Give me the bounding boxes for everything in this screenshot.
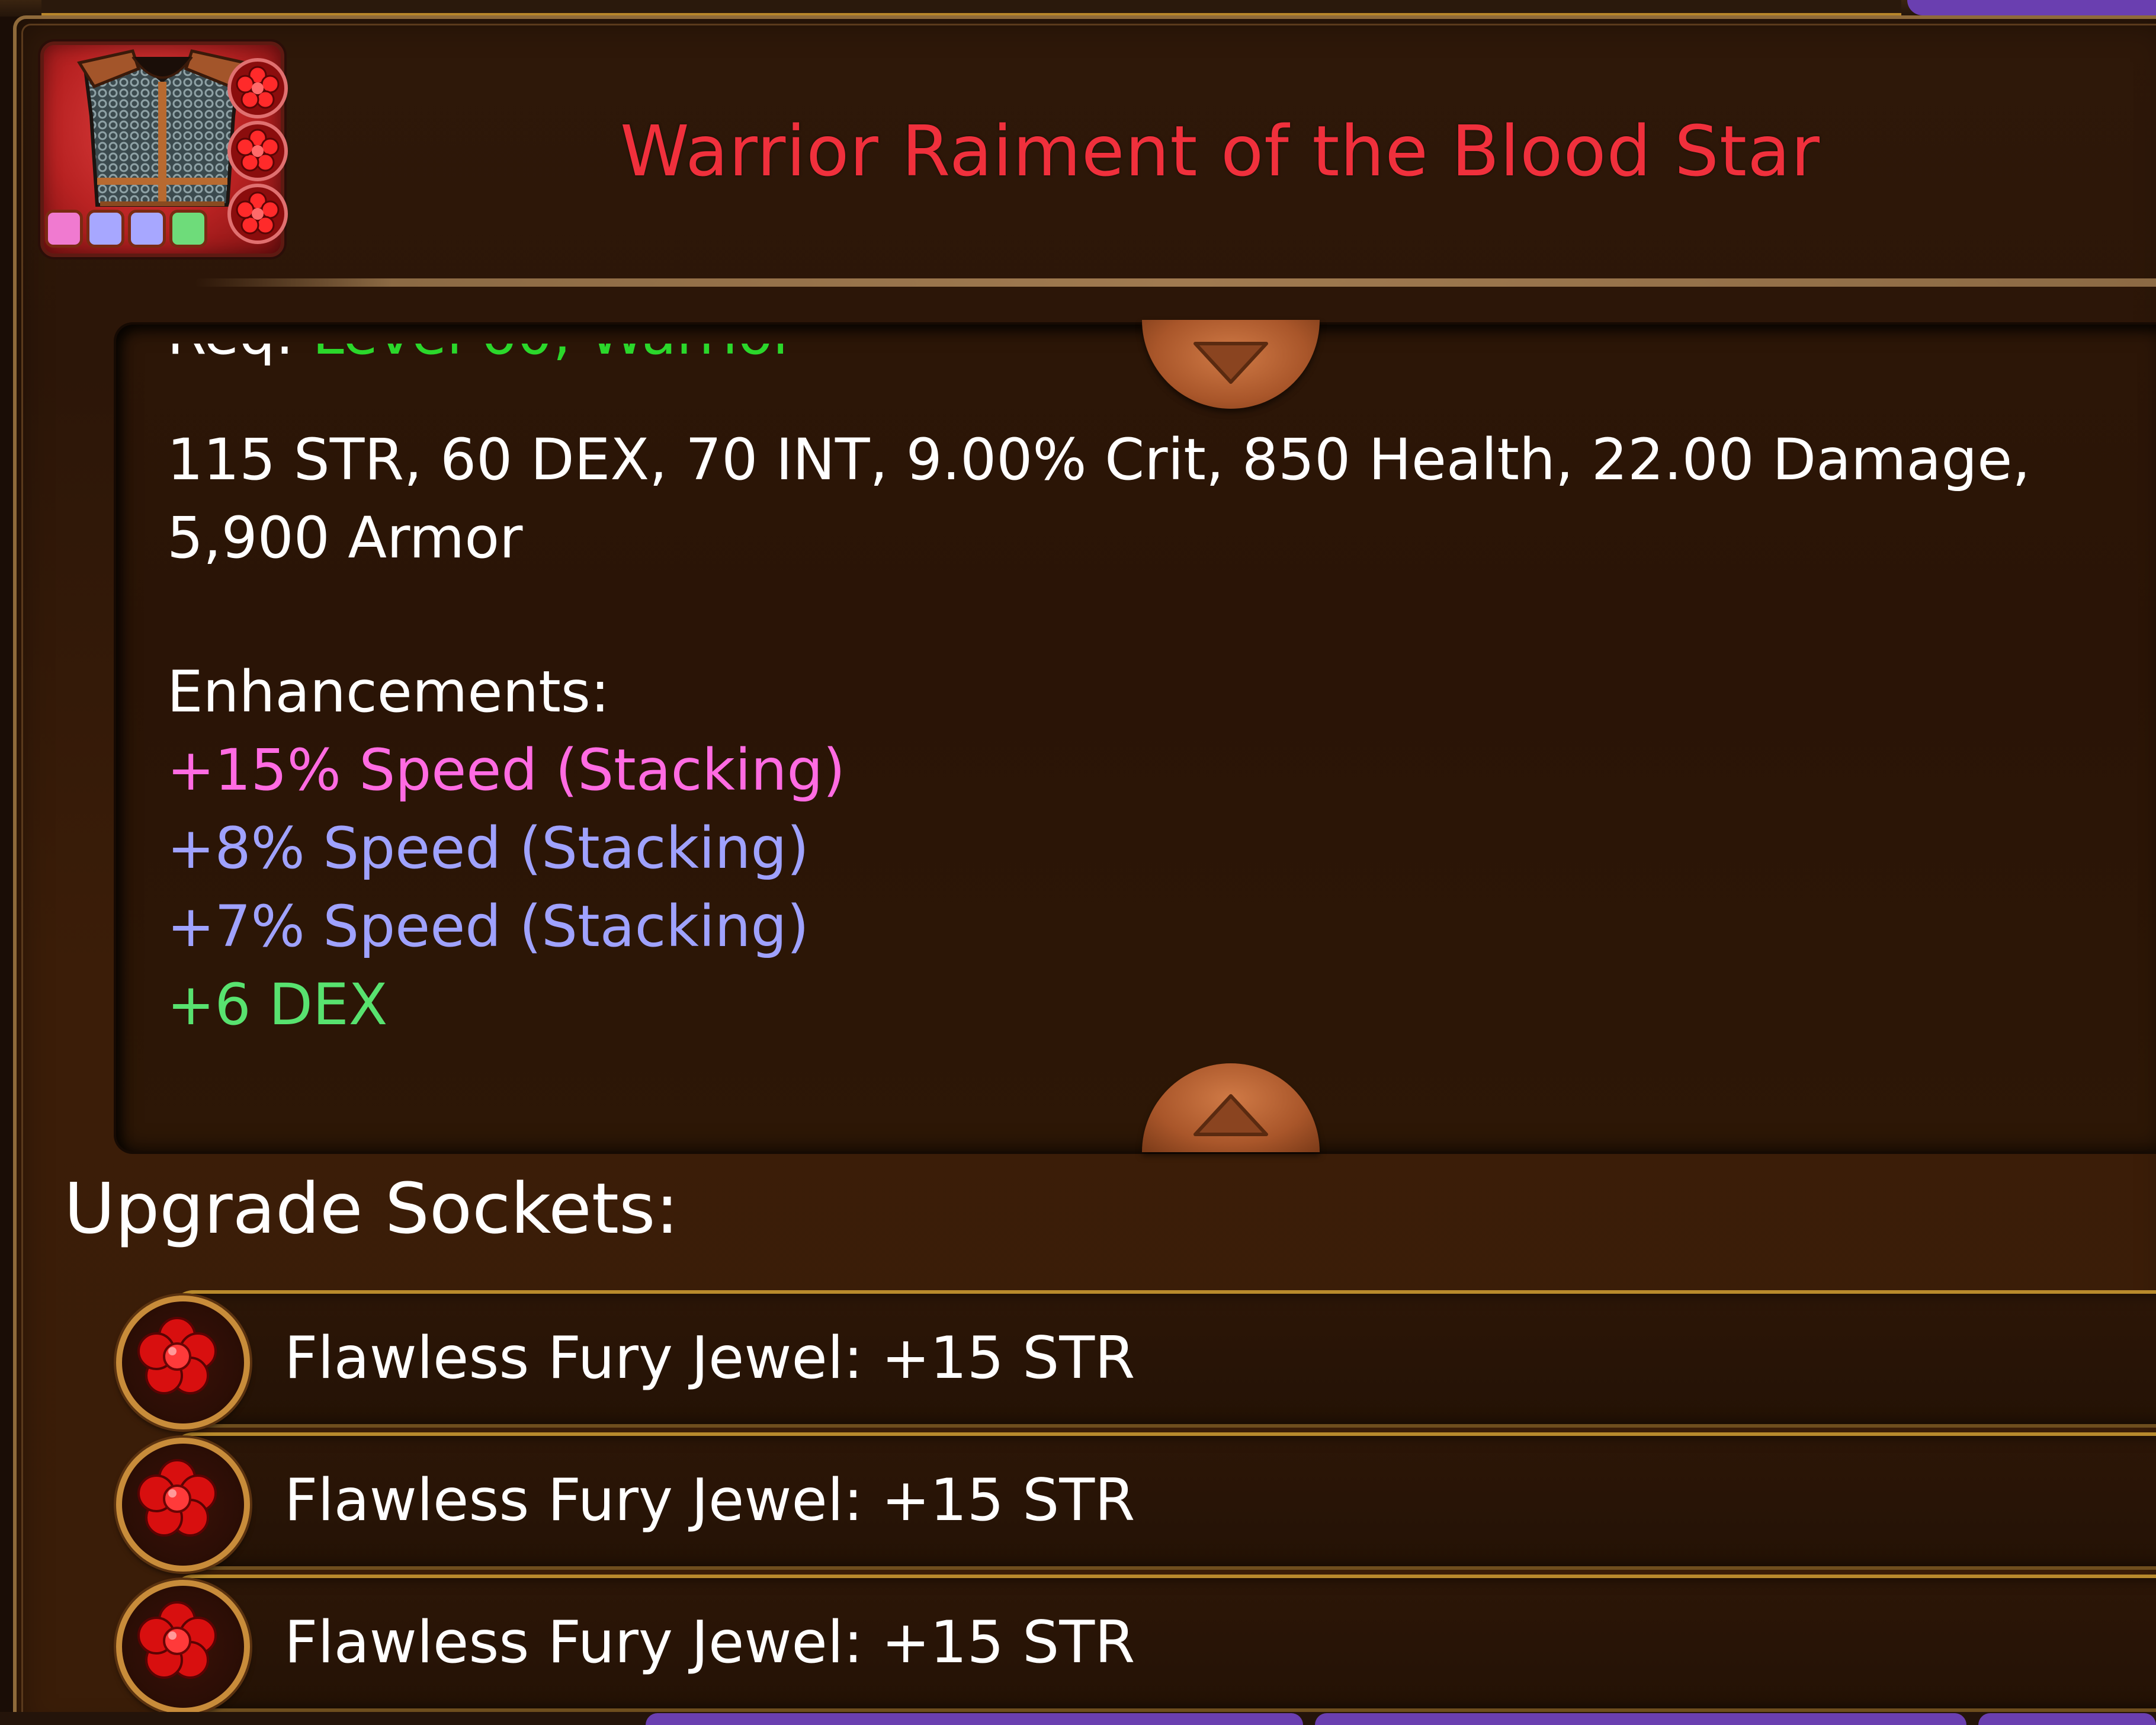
enhancement-line: +8% Speed (Stacking): [167, 815, 809, 881]
fury-jewel-icon: [137, 1317, 217, 1394]
requirement-line: Req: Level 60, Warrior: [167, 344, 796, 409]
top-purple-tab: [1907, 0, 2156, 15]
rarity-dot-blue: [86, 210, 124, 248]
scroll-up-button[interactable]: [1142, 1063, 1320, 1152]
enhancement-line: +7% Speed (Stacking): [167, 893, 809, 960]
socket-jewel-slot[interactable]: [116, 1296, 250, 1429]
item-tooltip-screen: Warrior Raiment of the Blood Star Req: L…: [0, 0, 2156, 1725]
chevron-up-icon: [1194, 1094, 1268, 1136]
requirement-level: Level 60,: [312, 344, 571, 367]
bottom-purple-tab[interactable]: [646, 1713, 1303, 1725]
requirement-class: Warrior: [589, 344, 796, 367]
scroll-down-button[interactable]: [1142, 320, 1320, 409]
rarity-dot-blue: [128, 210, 166, 248]
socket-label: Flawless Fury Jewel: +15 STR: [284, 1325, 1135, 1392]
red-jewel-icon: [227, 121, 288, 181]
enhancement-line: +6 DEX: [167, 971, 388, 1038]
base-stats-line-1: 115 STR, 60 DEX, 70 INT, 9.00% Crit, 850…: [167, 427, 2030, 493]
bottom-purple-tab[interactable]: [1315, 1713, 1966, 1725]
fury-jewel-icon: [137, 1459, 217, 1537]
enhancements-heading: Enhancements:: [167, 659, 610, 725]
title-divider: [195, 278, 2156, 287]
enhancement-line: +15% Speed (Stacking): [167, 737, 845, 803]
item-title: Warrior Raiment of the Blood Star: [620, 110, 1820, 192]
item-icon[interactable]: [40, 41, 288, 257]
red-jewel-icon: [227, 184, 288, 244]
socket-row[interactable]: Flawless Fury Jewel: +15 STR: [172, 1290, 2156, 1428]
red-jewel-icon: [227, 58, 288, 118]
socket-jewel-slot[interactable]: [116, 1580, 250, 1714]
base-stats-line-2: 5,900 Armor: [167, 505, 523, 571]
socket-label: Flawless Fury Jewel: +15 STR: [284, 1467, 1135, 1534]
upgrade-sockets-heading: Upgrade Sockets:: [64, 1168, 679, 1249]
rarity-dot-green: [169, 210, 207, 248]
socket-label: Flawless Fury Jewel: +15 STR: [284, 1609, 1135, 1676]
socket-row[interactable]: Flawless Fury Jewel: +15 STR: [172, 1575, 2156, 1712]
socket-row[interactable]: Flawless Fury Jewel: +15 STR: [172, 1432, 2156, 1570]
bottom-purple-tab[interactable]: [1978, 1713, 2156, 1725]
requirement-label: Req:: [167, 344, 294, 367]
rarity-dot-pink: [45, 210, 83, 248]
fury-jewel-icon: [137, 1601, 217, 1679]
socket-jewel-slot[interactable]: [116, 1438, 250, 1572]
top-frame-gold-edge: [41, 0, 1901, 16]
chevron-down-icon: [1194, 342, 1268, 384]
